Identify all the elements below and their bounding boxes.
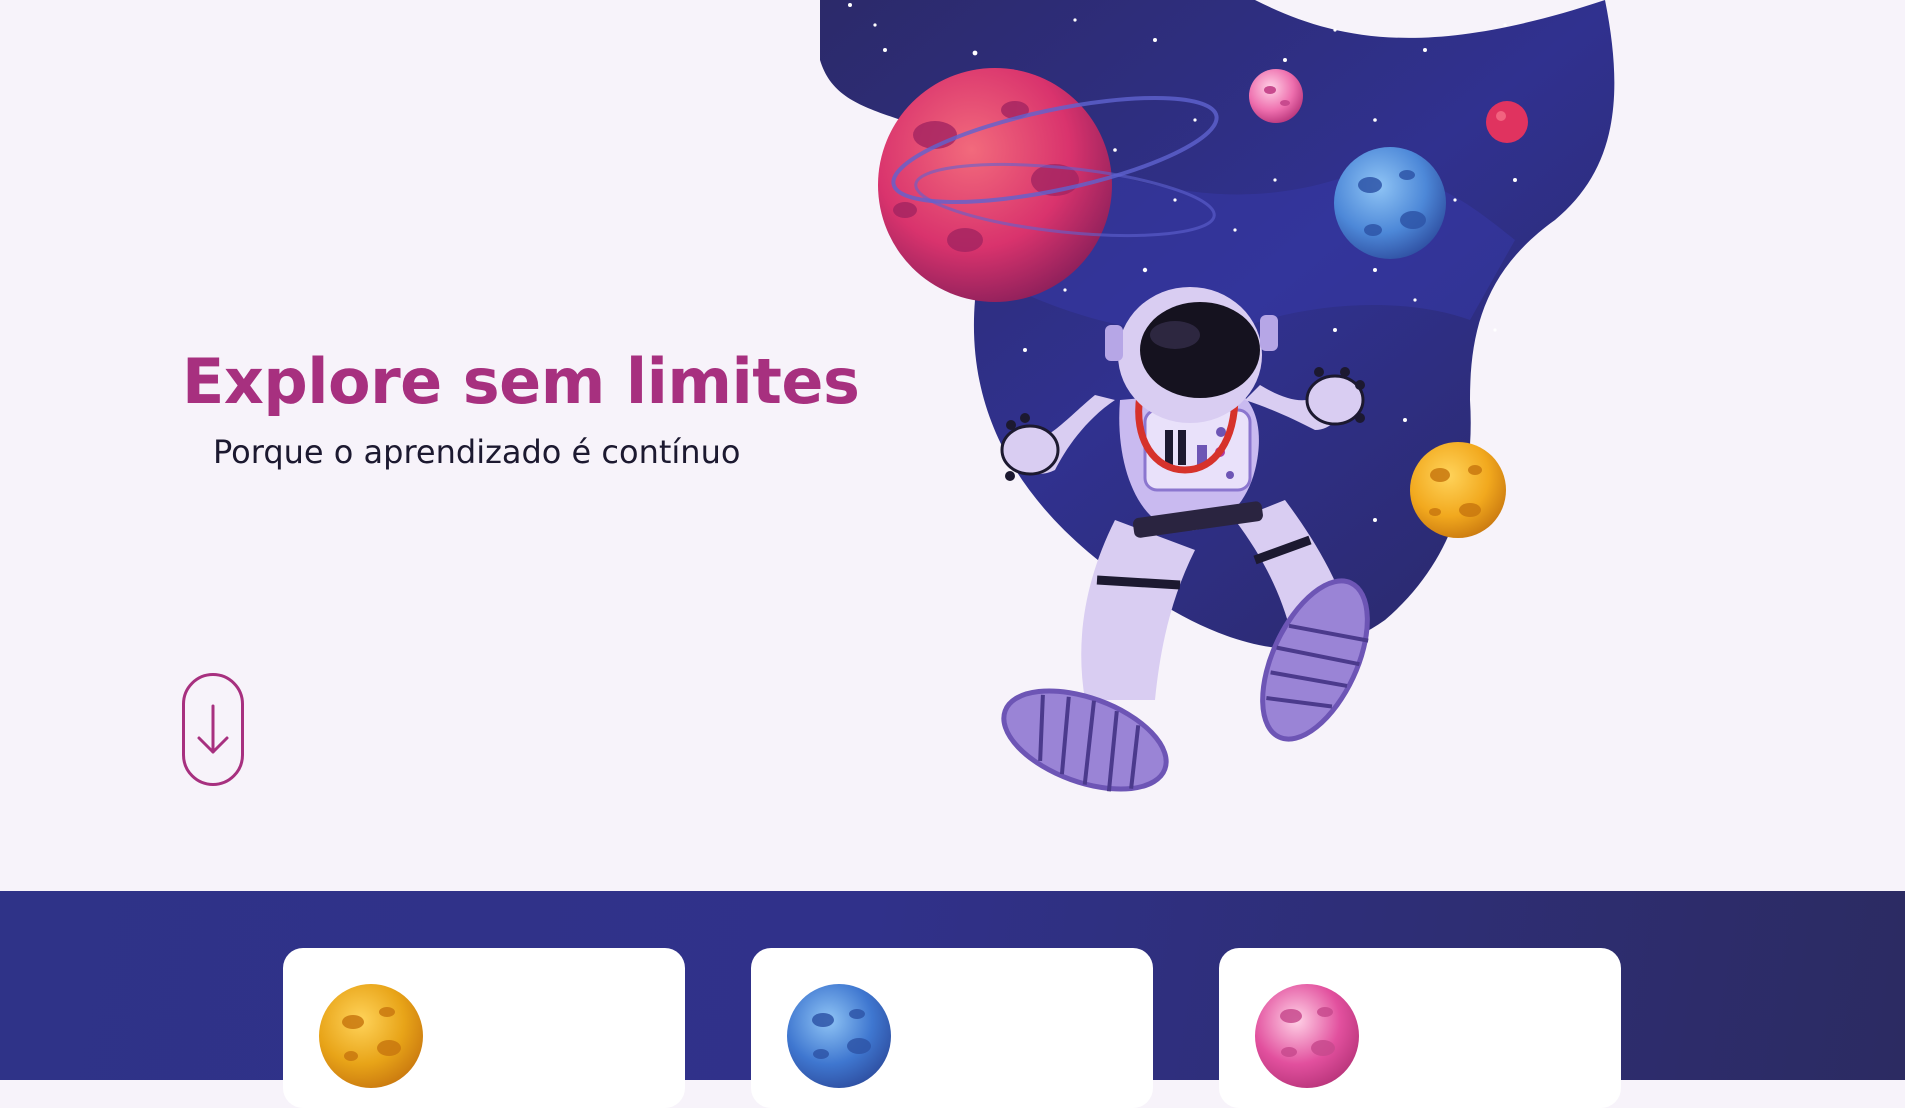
feature-card-1[interactable] xyxy=(283,948,685,1108)
arrow-down-icon xyxy=(197,704,229,753)
hero-subtitle: Porque o aprendizado é contínuo xyxy=(213,433,741,471)
hero-section: Explore sem limites Porque o aprendizado… xyxy=(0,0,1905,891)
astronaut-illustration xyxy=(820,0,1615,792)
yellow-planet-icon xyxy=(319,984,423,1088)
blue-planet-icon xyxy=(787,984,891,1088)
feature-card-3[interactable] xyxy=(1219,948,1621,1108)
features-band xyxy=(0,891,1905,1108)
pink-planet-icon xyxy=(1255,984,1359,1088)
feature-card-2[interactable] xyxy=(751,948,1153,1108)
scroll-down-button[interactable] xyxy=(182,673,244,786)
hero-title: Explore sem limites xyxy=(182,345,860,418)
